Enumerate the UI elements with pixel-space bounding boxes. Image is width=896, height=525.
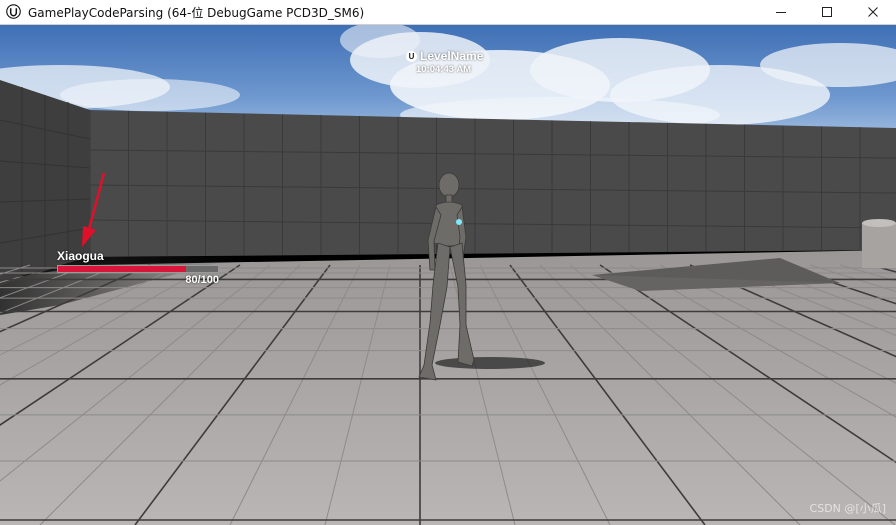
close-button[interactable] [850, 0, 896, 24]
window-titlebar[interactable]: GamePlayCodeParsing (64-位 DebugGame PCD3… [0, 0, 896, 25]
minimize-button[interactable] [758, 0, 804, 24]
close-icon [868, 7, 878, 17]
red-arrow-annotation-icon [82, 172, 106, 247]
unreal-engine-logo-icon [6, 4, 21, 19]
watermark: CSDN @[小瓜] [809, 502, 886, 515]
maximize-icon [822, 7, 832, 17]
window-title: GamePlayCodeParsing (64-位 DebugGame PCD3… [28, 6, 365, 20]
maximize-button[interactable] [804, 0, 850, 24]
minimize-icon [776, 12, 786, 13]
game-viewport[interactable]: U LevelName 10:04:43 AM Xiaogua 80/100 C… [0, 25, 896, 525]
